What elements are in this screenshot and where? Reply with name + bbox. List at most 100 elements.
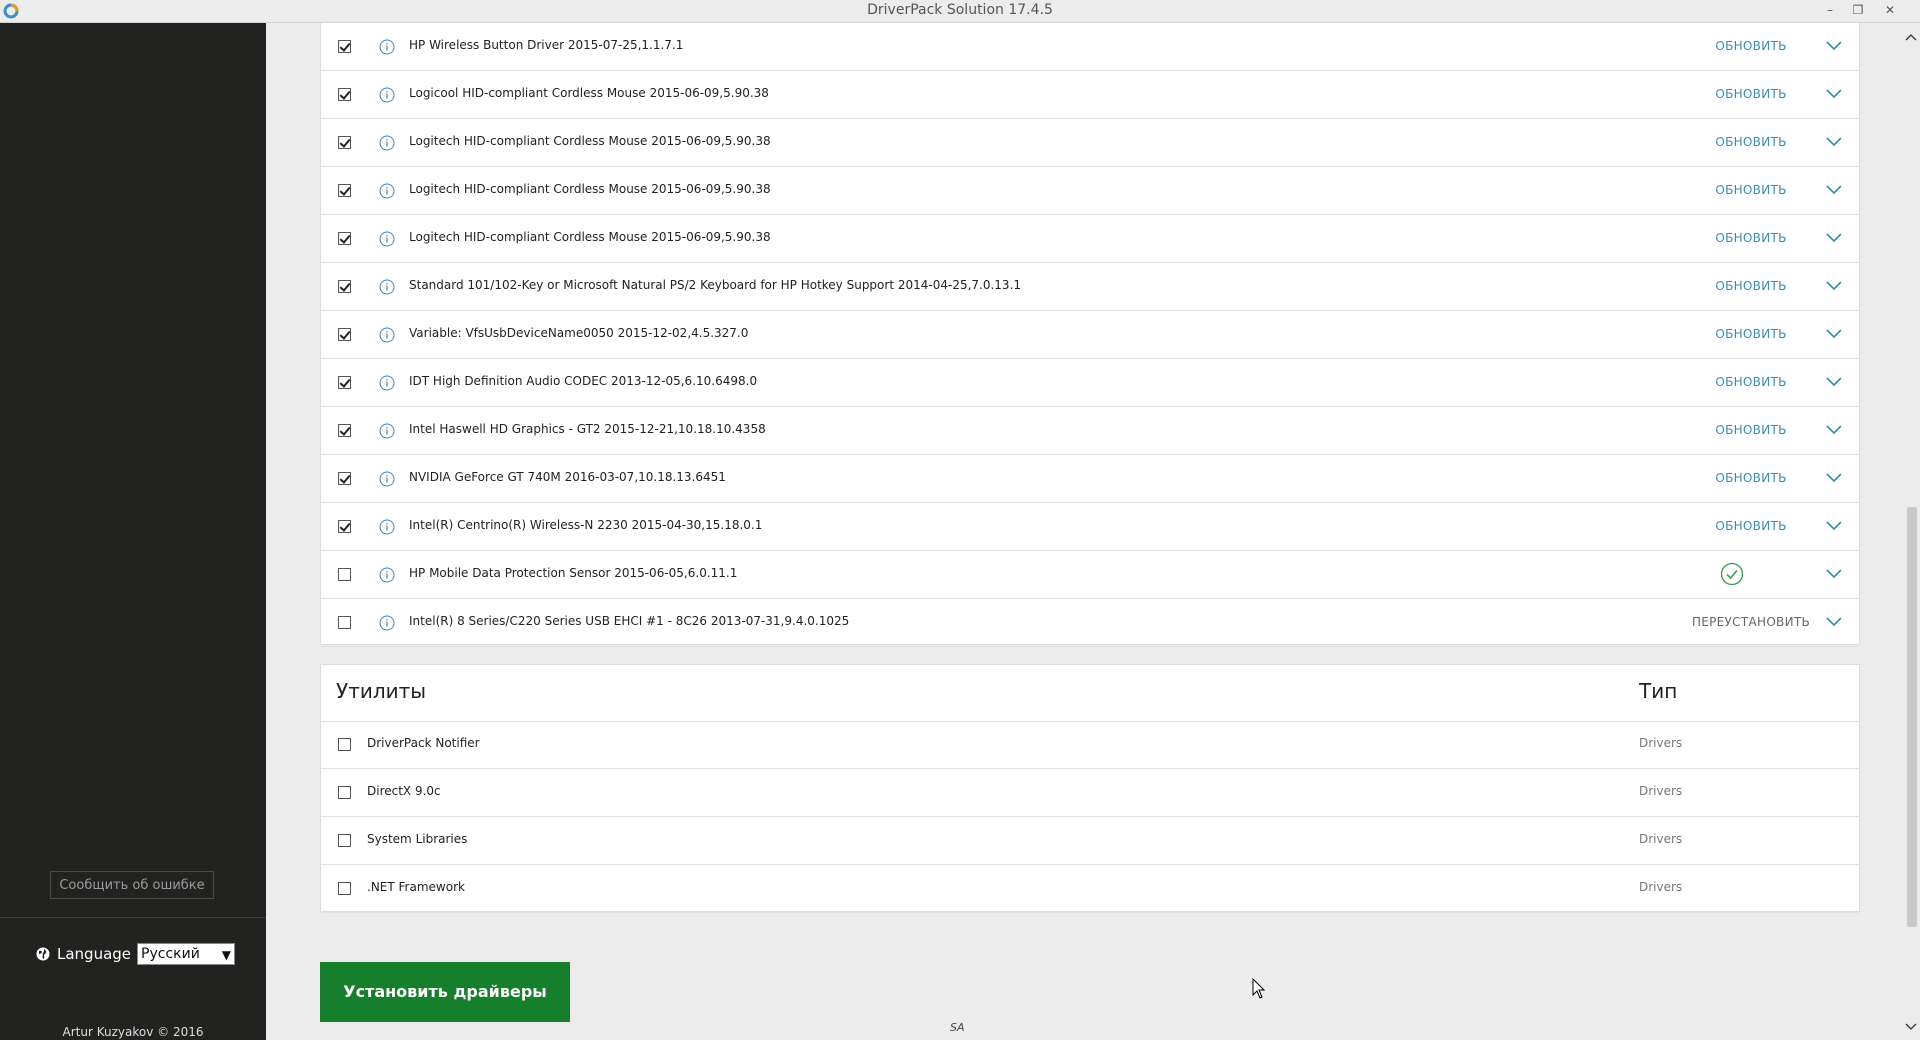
driver-row[interactable]: Variable: VfsUsbDeviceName0050 2015-12-0… [321,311,1859,359]
utility-row[interactable]: DirectX 9.0c Drivers [321,769,1859,817]
driver-row[interactable]: Intel Haswell HD Graphics - GT2 2015-12-… [321,407,1859,455]
info-icon[interactable] [379,519,395,535]
window-title: DriverPack Solution 17.4.5 [867,2,1053,18]
copyright: Artur Kuzyakov © 2016 [62,1025,204,1039]
scroll-up-icon[interactable] [1905,33,1917,41]
driver-checkbox[interactable] [338,328,351,341]
driver-row[interactable]: Logitech HID-compliant Cordless Mouse 20… [321,119,1859,167]
chevron-down-icon[interactable] [1826,616,1842,628]
driver-row[interactable]: HP Wireless Button Driver 2015-07-25,1.1… [321,23,1859,71]
utility-row[interactable]: DriverPack Notifier Drivers [321,721,1859,769]
driver-name: Standard 101/102-Key or Microsoft Natura… [409,278,1022,292]
info-icon[interactable] [379,471,395,487]
chevron-down-icon[interactable] [1826,376,1842,388]
info-icon[interactable] [379,567,395,583]
utility-checkbox[interactable] [338,786,351,799]
driver-checkbox[interactable] [338,616,351,629]
driver-checkbox[interactable] [338,280,351,293]
chevron-down-icon[interactable] [1826,568,1842,580]
chevron-down-icon[interactable] [1826,280,1842,292]
chevron-down-icon[interactable] [1826,232,1842,244]
driver-row[interactable]: Standard 101/102-Key or Microsoft Natura… [321,263,1859,311]
driver-checkbox[interactable] [338,136,351,149]
driver-name: Logitech HID-compliant Cordless Mouse 20… [409,134,771,148]
driver-checkbox[interactable] [338,184,351,197]
driver-name: Intel(R) Centrino(R) Wireless-N 2230 201… [409,518,763,532]
info-icon[interactable] [379,231,395,247]
chevron-down-icon[interactable] [1826,184,1842,196]
dropdown-arrow-icon: ▼ [221,948,232,962]
utility-name: DriverPack Notifier [367,736,480,750]
utility-checkbox[interactable] [338,834,351,847]
utilities-table: Утилиты Тип DriverPack Notifier Drivers Di… [320,664,1860,913]
info-icon[interactable] [379,375,395,391]
drivers-table: HP Wireless Button Driver 2015-07-25,1.1… [320,23,1860,647]
driver-name: Logitech HID-compliant Cordless Mouse 20… [409,230,771,244]
chevron-down-icon[interactable] [1826,136,1842,148]
info-icon[interactable] [379,327,395,343]
driver-row[interactable]: Intel(R) 8 Series/C220 Series USB EHCI #… [321,599,1859,647]
driver-checkbox[interactable] [338,40,351,53]
utilities-title: Утилиты [336,679,427,703]
info-icon[interactable] [379,183,395,199]
sidebar: Сообщить об ошибке Language Русский ▼ Ar… [0,23,266,1040]
info-icon[interactable] [379,87,395,103]
utility-type: Drivers [1639,832,1683,846]
info-icon[interactable] [379,135,395,151]
driver-row[interactable]: Intel(R) Centrino(R) Wireless-N 2230 201… [321,503,1859,551]
utility-name: DirectX 9.0c [367,784,441,798]
driver-checkbox[interactable] [338,472,351,485]
utility-row[interactable]: .NET Framework Drivers [321,865,1859,913]
driver-name: NVIDIA GeForce GT 740M 2016-03-07,10.18.… [409,470,726,484]
utility-checkbox[interactable] [338,882,351,895]
driver-row[interactable]: Logitech HID-compliant Cordless Mouse 20… [321,167,1859,215]
info-icon[interactable] [379,39,395,55]
driver-checkbox[interactable] [338,424,351,437]
report-error-button[interactable]: Сообщить об ошибке [50,871,214,899]
maximize-button[interactable]: ❐ [1847,0,1869,22]
chevron-down-icon[interactable] [1826,88,1842,100]
driver-row[interactable]: HP Mobile Data Protection Sensor 2015-06… [321,551,1859,599]
sidebar-divider [0,917,266,918]
chevron-down-icon[interactable] [1826,40,1842,52]
driver-checkbox[interactable] [338,568,351,581]
utility-checkbox[interactable] [338,738,351,751]
driver-checkbox[interactable] [338,520,351,533]
utility-type: Drivers [1639,880,1683,894]
driver-checkbox[interactable] [338,88,351,101]
globe-icon [36,947,50,961]
check-circle-icon [1720,562,1744,586]
utility-type: Drivers [1639,784,1683,798]
install-drivers-button[interactable]: Установить драйверы [320,962,570,1022]
utilities-header: Утилиты Тип [321,665,1859,722]
scroll-down-icon[interactable] [1905,1023,1917,1031]
info-icon[interactable] [379,279,395,295]
driver-name: HP Mobile Data Protection Sensor 2015-06… [409,566,738,580]
utility-row[interactable]: System Libraries Drivers [321,817,1859,865]
utility-name: System Libraries [367,832,468,846]
language-select[interactable]: Русский ▼ [137,943,236,965]
driver-checkbox[interactable] [338,376,351,389]
driver-row[interactable]: Logitech HID-compliant Cordless Mouse 20… [321,215,1859,263]
minimize-button[interactable]: – [1819,0,1841,22]
driver-row[interactable]: Logicool HID-compliant Cordless Mouse 20… [321,71,1859,119]
chevron-down-icon[interactable] [1826,424,1842,436]
driver-name: HP Wireless Button Driver 2015-07-25,1.1… [409,38,684,52]
driver-name: Intel Haswell HD Graphics - GT2 2015-12-… [409,422,766,436]
chevron-down-icon[interactable] [1826,472,1842,484]
driver-row[interactable]: IDT High Definition Audio CODEC 2013-12-… [321,359,1859,407]
driver-name: Logicool HID-compliant Cordless Mouse 20… [409,86,769,100]
scrollbar-thumb[interactable] [1907,507,1917,927]
close-button[interactable]: ✕ [1879,0,1901,22]
info-icon[interactable] [379,423,395,439]
language-selected-value: Русский [141,946,200,962]
driver-checkbox[interactable] [338,232,351,245]
driver-name: Intel(R) 8 Series/C220 Series USB EHCI #… [409,614,850,628]
vertical-scrollbar[interactable] [1902,23,1920,1040]
driver-name: Variable: VfsUsbDeviceName0050 2015-12-0… [409,326,749,340]
chevron-down-icon[interactable] [1826,328,1842,340]
info-icon[interactable] [379,615,395,631]
chevron-down-icon[interactable] [1826,520,1842,532]
utilities-type-header: Тип [1639,679,1678,703]
driver-row[interactable]: NVIDIA GeForce GT 740M 2016-03-07,10.18.… [321,455,1859,503]
